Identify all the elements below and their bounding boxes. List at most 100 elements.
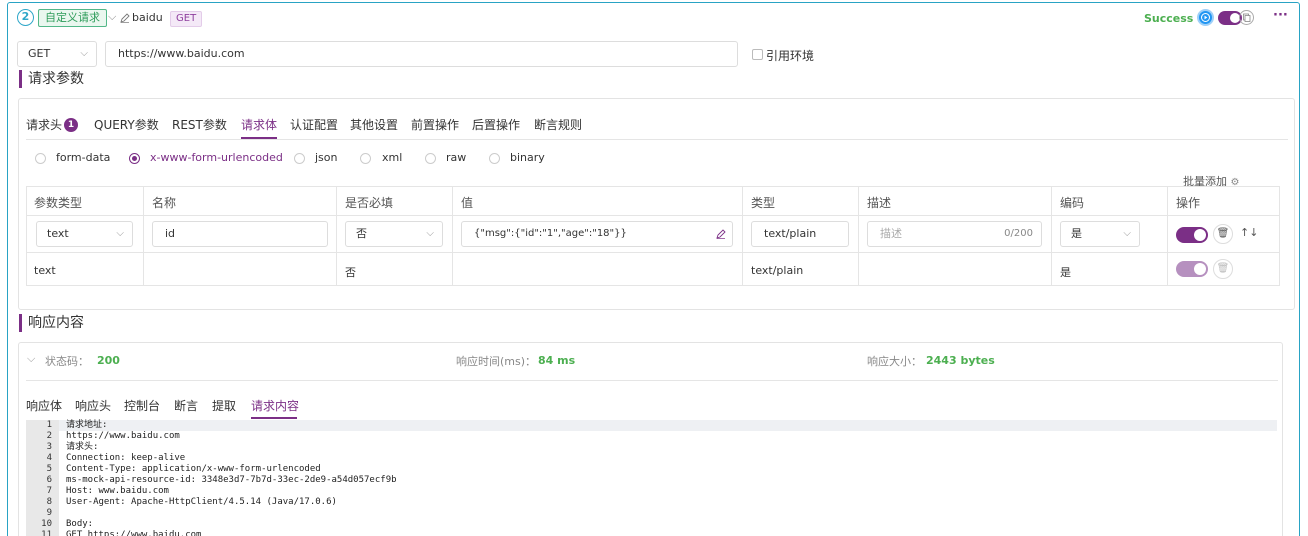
trash-icon: 🗑 xyxy=(1216,263,1230,274)
line-text: Body: xyxy=(66,519,94,529)
required-select[interactable]: 否 ⌵ xyxy=(345,221,443,247)
tab-headers[interactable]: 请求头 xyxy=(26,116,62,133)
code-line: 6 ms-mock-api-resource-id: 3348e3d7-7b7d-… xyxy=(26,475,1276,486)
param-enable-toggle[interactable] xyxy=(1176,227,1208,243)
radio-raw-label: raw xyxy=(446,151,467,164)
col-divider xyxy=(1051,186,1052,286)
tab-assertions[interactable]: 断言规则 xyxy=(534,116,582,133)
radio-json[interactable] xyxy=(294,153,305,164)
response-size-value: 2443 bytes xyxy=(926,354,995,367)
tab-auth[interactable]: 认证配置 xyxy=(290,116,338,133)
radio-raw[interactable] xyxy=(425,153,436,164)
tab-assert[interactable]: 断言 xyxy=(174,397,198,414)
line-number: 11 xyxy=(41,530,52,536)
status-code-value: 200 xyxy=(97,354,120,367)
radio-xml[interactable] xyxy=(360,153,371,164)
chevron-down-icon: ⌵ xyxy=(116,228,124,239)
tab-response-headers[interactable]: 响应头 xyxy=(75,397,111,414)
use-env-label: 引用环境 xyxy=(766,49,815,63)
line-text: 请求地址: xyxy=(66,420,108,430)
response-size-label: 响应大小： xyxy=(867,355,922,368)
radio-binary-label: binary xyxy=(510,151,545,164)
param-type-select[interactable]: text ⌵ xyxy=(36,221,133,247)
chevron-down-icon: ⌵ xyxy=(426,228,434,239)
edit-pen-icon[interactable] xyxy=(120,12,130,23)
custom-request-tag: 自定义请求 xyxy=(38,9,107,27)
row-param-type: text xyxy=(34,264,56,277)
radio-xml-label: xml xyxy=(382,151,403,164)
move-row-icon[interactable]: ↑↓ xyxy=(1240,226,1258,239)
param-value-input[interactable]: {"msg":{"id":"1","age":"18"}} xyxy=(461,221,733,247)
row-delete-button[interactable]: 🗑 xyxy=(1213,259,1233,279)
line-text: https://www.baidu.com xyxy=(66,431,180,441)
tab-query[interactable]: QUERY参数 xyxy=(94,116,159,133)
chevron-down-icon: ⌵ xyxy=(1123,228,1131,239)
row-content-type: text/plain xyxy=(751,264,804,277)
code-line: 5 Content-Type: application/x-www-form-ur… xyxy=(26,464,1276,475)
col-divider xyxy=(336,186,337,286)
content-type-input[interactable]: text/plain xyxy=(751,221,849,247)
request-params-panel: 请求头 1 QUERY参数 REST参数 请求体 认证配置 其他设置 前置操作 … xyxy=(18,98,1295,310)
radio-form-data[interactable] xyxy=(35,153,46,164)
radio-binary[interactable] xyxy=(489,153,500,164)
tab-rest[interactable]: REST参数 xyxy=(172,116,227,133)
request-content-code[interactable]: 1 请求地址: 2 https://www.baidu.com 3 请求头: 4 Connec… xyxy=(26,420,1276,536)
more-icon[interactable]: ··· xyxy=(1273,8,1288,23)
line-number: 3 xyxy=(46,442,52,452)
row-enable-toggle[interactable] xyxy=(1176,261,1208,277)
response-divider xyxy=(26,380,1278,381)
method-select[interactable]: GET ⌵ xyxy=(17,41,97,67)
copy-button[interactable] xyxy=(1239,10,1254,25)
code-line: 1 请求地址: xyxy=(26,420,1276,431)
th-description: 描述 xyxy=(867,196,892,210)
tab-response-body[interactable]: 响应体 xyxy=(26,397,62,414)
col-divider xyxy=(742,186,743,286)
radio-json-label: json xyxy=(315,151,338,164)
description-placeholder: 描述 xyxy=(880,227,902,240)
param-name-input[interactable]: id xyxy=(152,221,328,247)
url-input[interactable]: https://www.baidu.com xyxy=(105,41,738,67)
line-number: 2 xyxy=(46,431,52,441)
tab-pre-ops[interactable]: 前置操作 xyxy=(411,116,459,133)
th-encode: 编码 xyxy=(1060,196,1085,210)
collapse-chevron-icon[interactable]: ⌵ xyxy=(27,352,35,366)
use-env-checkbox[interactable] xyxy=(752,49,763,60)
table-divider xyxy=(26,215,1280,216)
code-line: 10 Body: xyxy=(26,519,1276,530)
tab-extract[interactable]: 提取 xyxy=(212,397,236,414)
tab-post-ops[interactable]: 后置操作 xyxy=(472,116,520,133)
request-name[interactable]: baidu xyxy=(120,11,163,24)
th-content-type: 类型 xyxy=(751,196,776,210)
encode-select[interactable]: 是 ⌵ xyxy=(1060,221,1140,247)
play-icon xyxy=(1201,13,1210,22)
edit-pen-icon[interactable] xyxy=(716,229,726,239)
response-title: 响应内容 xyxy=(19,314,84,332)
col-divider xyxy=(143,186,144,286)
th-required: 是否必填 xyxy=(345,196,394,210)
description-counter: 0/200 xyxy=(1004,228,1033,239)
th-actions: 操作 xyxy=(1176,196,1201,210)
line-number: 4 xyxy=(46,453,52,463)
tab-other-settings[interactable]: 其他设置 xyxy=(350,116,398,133)
tab-console[interactable]: 控制台 xyxy=(124,397,160,414)
copy-icon xyxy=(1243,13,1251,22)
radio-urlencoded[interactable] xyxy=(129,153,140,164)
delete-row-button[interactable]: 🗑 xyxy=(1213,224,1233,244)
tab-request-content[interactable]: 请求内容 xyxy=(251,397,299,414)
run-button[interactable] xyxy=(1197,9,1214,26)
line-text: ms-mock-api-resource-id: 3348e3d7-7b7d-3… xyxy=(66,475,397,485)
response-panel: ⌵ 状态码： 200 响应时间(ms)： 84 ms 响应大小： 2443 by… xyxy=(18,342,1283,536)
description-input[interactable]: 描述 0/200 xyxy=(867,221,1042,247)
line-number: 8 xyxy=(46,497,52,507)
collapse-chevron-icon[interactable]: ⌵ xyxy=(108,10,116,24)
chevron-down-icon: ⌵ xyxy=(80,48,88,59)
line-number: 5 xyxy=(46,464,52,474)
code-line: 8 User-Agent: Apache-HttpClient/4.5.14 (J… xyxy=(26,497,1276,508)
active-tab-indicator xyxy=(251,417,297,419)
tab-body[interactable]: 请求体 xyxy=(241,116,277,133)
line-text: Connection: keep-alive xyxy=(66,453,186,463)
code-line: 7 Host: www.baidu.com xyxy=(26,486,1276,497)
col-divider xyxy=(1167,186,1168,286)
step-number-badge: 2 xyxy=(17,9,34,26)
radio-urlencoded-label: x-www-form-urlencoded xyxy=(150,151,283,164)
